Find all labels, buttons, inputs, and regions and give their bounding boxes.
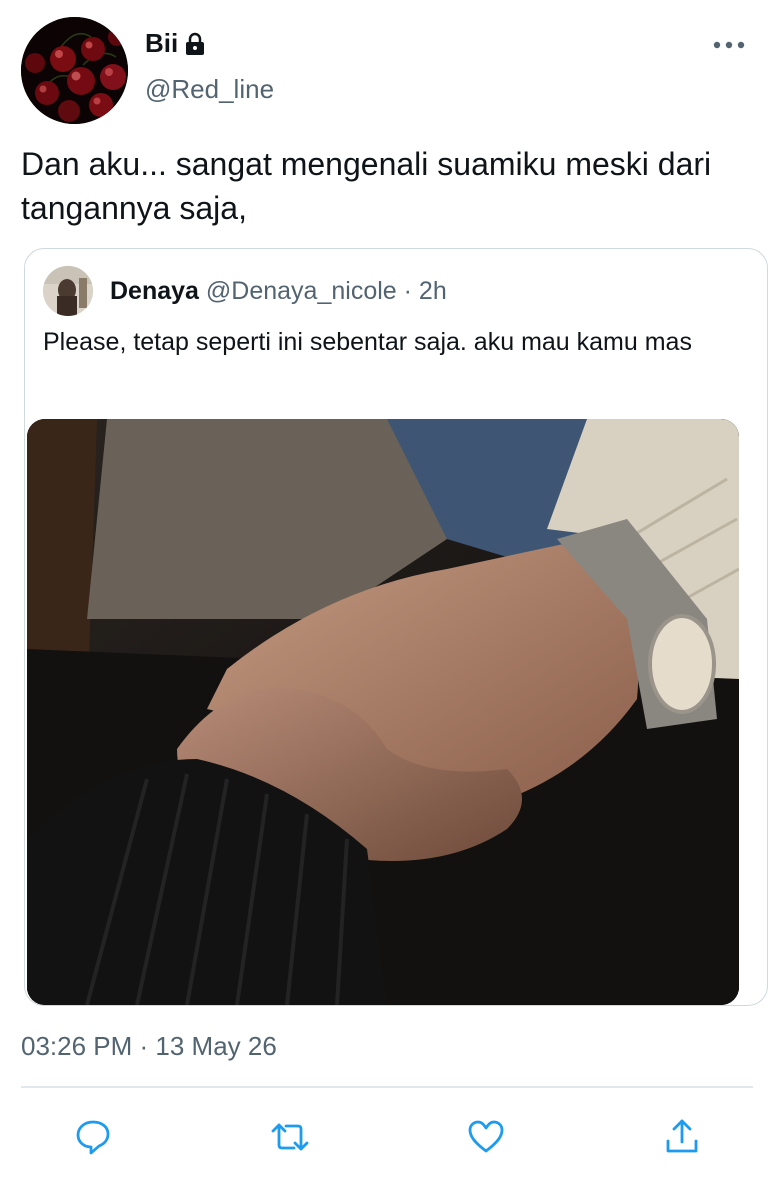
retweet-icon [271,1123,309,1151]
more-options-icon[interactable] [712,38,746,52]
quoted-header: Denaya @Denaya_nicole · 2h [110,277,447,306]
heart-icon [468,1120,504,1153]
retweet-button[interactable] [270,1117,310,1157]
share-icon [666,1119,698,1153]
cherries-avatar-image [21,17,128,124]
author-handle[interactable]: @Red_line [145,74,274,105]
quoted-display-name[interactable]: Denaya [110,277,199,305]
author-display-name[interactable]: Bii [145,28,178,59]
quoted-tweet-card[interactable]: Denaya @Denaya_nicole · 2h Please, tetap… [24,248,768,1006]
quoted-avatar-image [43,266,93,316]
reply-button[interactable] [73,1117,113,1157]
tweet-text: Dan aku... sangat mengenali suamiku mesk… [21,146,712,226]
quoted-time: · 2h [403,277,447,305]
quoted-tweet-text: Please, tetap seperti ini sebentar saja.… [43,328,692,356]
like-button[interactable] [466,1117,506,1157]
quoted-handle[interactable]: @Denaya_nicole [206,277,397,305]
author-avatar[interactable] [21,17,128,124]
quoted-author-avatar[interactable] [43,266,93,316]
author-name-row[interactable]: Bii [145,28,206,59]
photo-holding-hands [27,419,739,1005]
quoted-tweet-photo[interactable] [27,419,739,1005]
lock-icon [184,32,206,56]
divider [21,1086,753,1088]
reply-icon [76,1120,110,1155]
tweet-timestamp[interactable]: 03:26 PM · 13 May 26 [21,1031,277,1062]
share-button[interactable] [662,1117,702,1157]
